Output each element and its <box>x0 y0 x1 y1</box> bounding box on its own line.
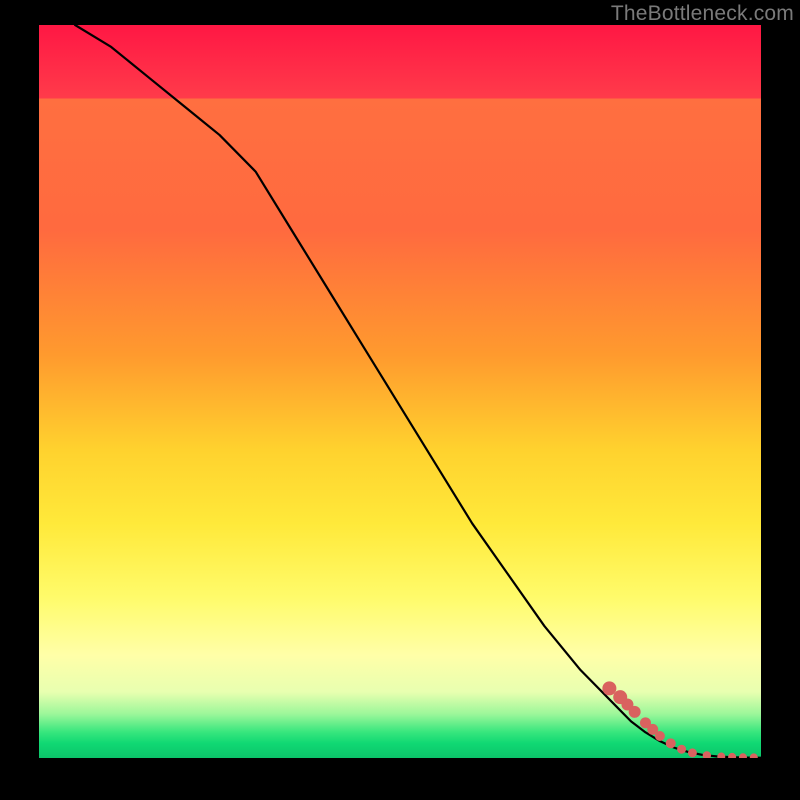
data-marker <box>750 753 758 758</box>
data-marker <box>655 731 665 741</box>
data-marker <box>602 681 616 695</box>
data-marker <box>666 738 676 748</box>
data-marker <box>688 748 697 757</box>
data-marker <box>739 753 747 758</box>
data-marker <box>703 751 711 758</box>
chart-overlay <box>39 25 761 758</box>
marker-group <box>602 681 757 758</box>
data-marker <box>717 753 725 758</box>
watermark-text: TheBottleneck.com <box>611 2 794 26</box>
curve-line <box>75 25 761 758</box>
data-marker <box>677 745 686 754</box>
data-marker <box>728 753 736 758</box>
data-marker <box>629 706 641 718</box>
chart-stage: TheBottleneck.com <box>0 0 800 800</box>
